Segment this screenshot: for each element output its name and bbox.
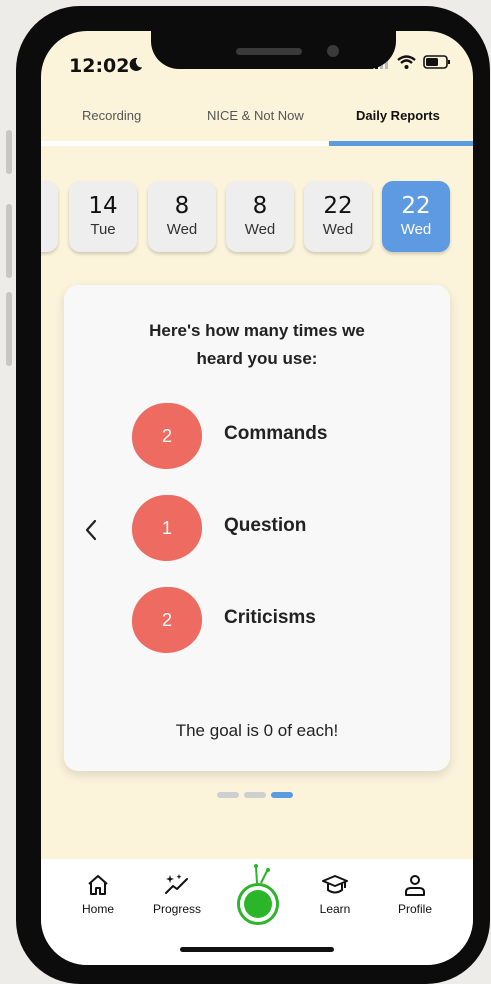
count-badge: 2 bbox=[132, 587, 202, 653]
antenna-icon bbox=[254, 864, 270, 884]
status-time: 12:02 bbox=[69, 55, 130, 77]
nav-label: Progress bbox=[152, 902, 202, 916]
date-weekday: Wed bbox=[400, 221, 432, 238]
metric-criticisms: 2 Criticisms bbox=[132, 587, 432, 653]
date-day: 22 bbox=[323, 193, 353, 219]
page-indicator bbox=[217, 792, 293, 798]
date-card[interactable]: 14 Tue bbox=[69, 181, 137, 252]
goal-text: The goal is 0 of each! bbox=[175, 721, 339, 740]
tab-indicator bbox=[329, 141, 473, 146]
sparkle-chart-icon bbox=[165, 874, 188, 894]
date-day: 8 bbox=[252, 193, 268, 219]
tab-nice-not-now[interactable]: NICE & Not Now bbox=[207, 108, 304, 123]
date-day: 14 bbox=[88, 193, 118, 219]
tab-daily-reports[interactable]: Daily Reports bbox=[356, 108, 440, 123]
date-day: 22 bbox=[401, 193, 431, 219]
nav-label: Home bbox=[81, 902, 114, 916]
app-screen: 12:02 Recording NICE & Not Now Daily Rep… bbox=[41, 31, 473, 965]
person-icon bbox=[405, 875, 425, 896]
date-day: 8 bbox=[174, 193, 190, 219]
metric-question: 1 Question bbox=[132, 495, 432, 561]
date-weekday: Wed bbox=[244, 221, 276, 238]
count-badge: 2 bbox=[132, 403, 202, 469]
page: 12:02 Recording NICE & Not Now Daily Rep… bbox=[0, 0, 491, 984]
page-dot-active[interactable] bbox=[271, 792, 293, 798]
chevron-left-icon[interactable] bbox=[84, 519, 98, 541]
nav-home[interactable]: Home bbox=[63, 873, 133, 916]
front-camera bbox=[327, 45, 339, 57]
home-icon bbox=[88, 875, 108, 895]
nav-profile[interactable]: Profile bbox=[380, 873, 450, 916]
date-selector: 14 Tue 8 Wed 8 Wed 22 Wed 22 Wed bbox=[41, 181, 473, 253]
record-dot bbox=[244, 890, 272, 918]
date-card[interactable]: 22 Wed bbox=[304, 181, 372, 252]
speaker bbox=[236, 48, 302, 55]
date-weekday: Wed bbox=[166, 221, 198, 238]
report-title: Here's how many times we heard you use: bbox=[64, 317, 450, 373]
metric-label: Question bbox=[224, 515, 307, 536]
report-title-line1: Here's how many times we bbox=[149, 321, 365, 340]
date-weekday: Wed bbox=[322, 221, 354, 238]
graduation-cap-icon bbox=[322, 875, 348, 894]
mute-switch bbox=[6, 130, 12, 174]
battery-icon bbox=[423, 55, 450, 69]
nav-learn[interactable]: Learn bbox=[300, 873, 370, 916]
metric-commands: 2 Commands bbox=[132, 403, 432, 469]
date-card[interactable]: 8 Wed bbox=[148, 181, 216, 252]
metric-label: Commands bbox=[224, 423, 328, 444]
nav-progress[interactable]: Progress bbox=[142, 873, 212, 916]
home-indicator bbox=[180, 947, 334, 952]
daily-report-card: Here's how many times we heard you use: … bbox=[64, 285, 450, 771]
date-card[interactable]: 8 Wed bbox=[226, 181, 294, 252]
page-dot[interactable] bbox=[244, 792, 266, 798]
count-badge: 1 bbox=[132, 495, 202, 561]
notch bbox=[151, 12, 396, 69]
tab-recording[interactable]: Recording bbox=[82, 108, 141, 123]
nav-label: Learn bbox=[319, 902, 351, 916]
date-weekday: Tue bbox=[90, 221, 116, 238]
report-title-line2: heard you use: bbox=[196, 349, 318, 368]
bottom-nav: Home Progress Learn Profile bbox=[41, 859, 473, 965]
wifi-icon bbox=[397, 55, 416, 69]
record-icon[interactable] bbox=[237, 883, 279, 925]
metric-label: Criticisms bbox=[224, 607, 316, 628]
moon-icon bbox=[129, 57, 143, 71]
nav-label: Profile bbox=[397, 902, 432, 916]
page-dot[interactable] bbox=[217, 792, 239, 798]
volume-up-button bbox=[6, 204, 12, 278]
volume-down-button bbox=[6, 292, 12, 366]
tab-bar: Recording NICE & Not Now Daily Reports bbox=[41, 91, 473, 145]
date-card-partial[interactable] bbox=[41, 181, 58, 252]
date-card-selected[interactable]: 22 Wed bbox=[382, 181, 450, 252]
